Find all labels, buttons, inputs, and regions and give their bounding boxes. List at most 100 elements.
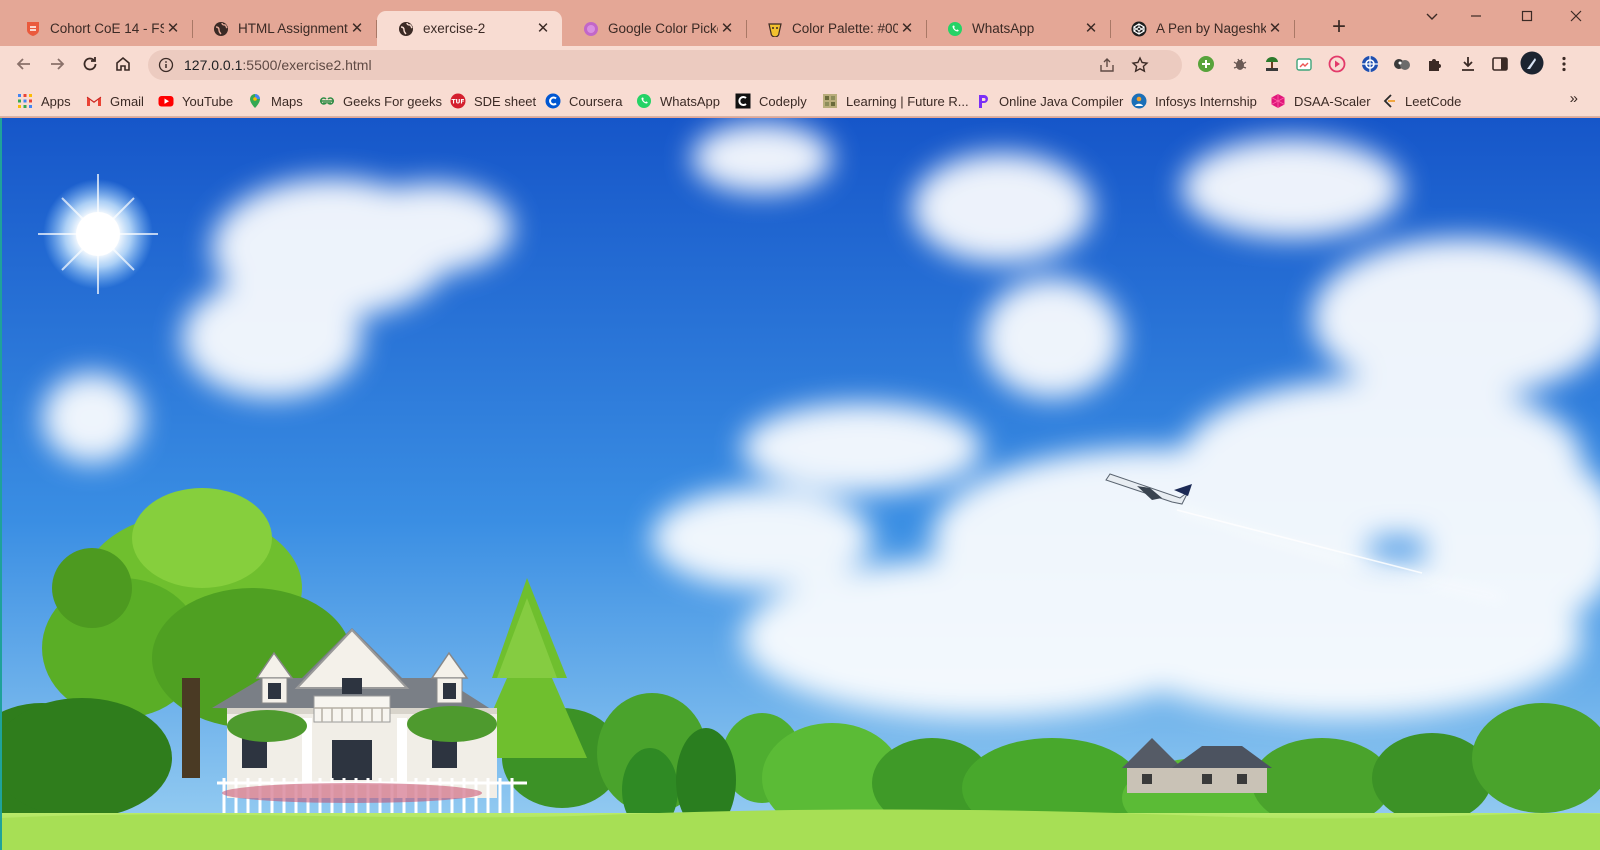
bookmark-maps[interactable]: Maps: [247, 91, 303, 111]
bookmark-youtube[interactable]: YouTube: [158, 91, 233, 111]
bookmark-gmail[interactable]: Gmail: [86, 91, 144, 111]
bookmark-label: Apps: [41, 93, 71, 109]
bookmark-label: Learning | Future R...: [846, 93, 969, 109]
bookmark-infosys-internship[interactable]: Infosys Internship: [1131, 91, 1257, 111]
share-icon[interactable]: [1098, 56, 1116, 77]
close-icon[interactable]: ✕: [164, 20, 182, 38]
eyes-icon[interactable]: [1392, 54, 1412, 74]
home-icon: [114, 55, 132, 76]
color-picker-icon: [582, 20, 599, 37]
coursera-icon: [545, 93, 561, 109]
maps-pin-icon: [247, 93, 263, 109]
close-icon[interactable]: ✕: [534, 20, 552, 38]
kebab-menu-icon[interactable]: [1554, 54, 1574, 74]
window-close-button[interactable]: [1552, 0, 1600, 34]
tab-color-palette[interactable]: Color Palette: #00000 ✕: [746, 11, 927, 46]
back-button[interactable]: [10, 51, 38, 79]
tab-whatsapp[interactable]: WhatsApp ✕: [926, 11, 1111, 46]
tab-codepen[interactable]: A Pen by Nageshkass ✕: [1110, 11, 1295, 46]
bug-icon[interactable]: [1230, 54, 1250, 74]
bookmark-apps[interactable]: Apps: [17, 91, 71, 111]
bookmark-geeks-for-geeks[interactable]: Geeks For geeks: [319, 91, 442, 111]
forward-button[interactable]: [43, 51, 71, 79]
bookmark-label: Geeks For geeks: [343, 93, 442, 109]
url-host: 127.0.0.1: [184, 57, 243, 73]
extensions-puzzle-icon[interactable]: [1425, 54, 1445, 74]
star-icon[interactable]: [1131, 56, 1149, 77]
infosys-icon: [1131, 93, 1147, 109]
maximize-icon: [1521, 10, 1533, 25]
bookmark-learning[interactable]: Learning | Future R...: [822, 91, 969, 111]
tab-html-assignment[interactable]: HTML Assignment-1 ✕: [192, 11, 377, 46]
tab-title: WhatsApp: [972, 21, 1035, 36]
gmail-icon: [86, 93, 102, 109]
bookmark-label: Coursera: [569, 93, 623, 109]
globe-icon: [212, 20, 229, 37]
close-icon[interactable]: ✕: [348, 20, 366, 38]
tab-cohort[interactable]: Cohort CoE 14 - FSD ✕: [4, 11, 193, 46]
bookmark-online-java-compiler[interactable]: Online Java Compiler: [975, 91, 1123, 111]
bookmark-dsaa-scaler[interactable]: DSAA-Scaler: [1270, 91, 1371, 111]
new-tab-button[interactable]: +: [1325, 14, 1353, 42]
tab-title: A Pen by Nageshkass: [1156, 21, 1266, 36]
download-icon[interactable]: [1458, 54, 1478, 74]
bookmark-label: LeetCode: [1405, 93, 1462, 109]
bookmark-leetcode[interactable]: LeetCode: [1381, 91, 1461, 111]
bookmark-label: Online Java Compiler: [999, 93, 1124, 109]
extension-plus-icon[interactable]: [1196, 54, 1216, 74]
bookmark-label: DSAA-Scaler: [1294, 93, 1371, 109]
bookmark-label: YouTube: [182, 93, 234, 109]
record-icon[interactable]: [1327, 54, 1347, 74]
side-panel-icon[interactable]: [1490, 54, 1510, 74]
avatar[interactable]: [1520, 51, 1544, 75]
bookmark-label: WhatsApp: [660, 93, 720, 109]
bookmarks-overflow-button[interactable]: »: [1570, 90, 1578, 107]
target-icon[interactable]: [1360, 54, 1380, 74]
site-info-icon[interactable]: [158, 57, 174, 76]
page-viewport: [0, 118, 1600, 850]
bookmark-whatsapp[interactable]: WhatsApp: [636, 91, 720, 111]
leetcode-icon: [1381, 93, 1397, 109]
close-icon[interactable]: ✕: [898, 20, 916, 38]
close-icon[interactable]: ✕: [1266, 20, 1284, 38]
screenshot-icon[interactable]: [1294, 54, 1314, 74]
home-button[interactable]: [109, 51, 137, 79]
globe-icon: [397, 20, 414, 37]
close-icon[interactable]: ✕: [1082, 20, 1100, 38]
tab-search-button[interactable]: [1408, 0, 1456, 34]
cohort-shield-icon: [24, 20, 41, 37]
bookmark-label: Maps: [271, 93, 303, 109]
bookmark-coursera[interactable]: Coursera: [545, 91, 622, 111]
bookmark-label: Gmail: [110, 93, 144, 109]
youtube-icon: [158, 93, 174, 109]
tab-title: exercise-2: [423, 21, 486, 36]
apps-grid-icon: [17, 93, 33, 109]
whatsapp-icon: [946, 20, 963, 37]
whatsapp-icon: [636, 93, 652, 109]
toolbar: 127.0.0.1:5500/exercise2.html: [0, 46, 1600, 85]
java-compiler-icon: [975, 93, 991, 109]
minimize-button[interactable]: [1452, 0, 1500, 34]
tab-google-color-picker[interactable]: Google Color Picker | ✕: [562, 11, 747, 46]
reload-icon: [81, 55, 99, 76]
bookmark-label: Codeply: [759, 93, 807, 109]
address-bar[interactable]: 127.0.0.1:5500/exercise2.html: [148, 50, 1182, 80]
bookmark-codeply[interactable]: Codeply: [735, 91, 807, 111]
codepen-icon: [1130, 20, 1147, 37]
svg-text:TUF: TUF: [451, 99, 464, 106]
reload-button[interactable]: [76, 51, 104, 79]
maximize-button[interactable]: [1503, 0, 1551, 34]
close-icon: [1570, 10, 1582, 25]
close-icon[interactable]: ✕: [718, 20, 736, 38]
tuf-icon: TUF: [450, 93, 466, 109]
tree-icon[interactable]: [1262, 54, 1282, 74]
tab-title: HTML Assignment-1: [238, 21, 348, 36]
minimize-icon: [1470, 10, 1482, 25]
chevron-down-icon: [1425, 9, 1439, 26]
bookmark-sde-sheet[interactable]: TUF SDE sheet: [450, 91, 536, 111]
url-text[interactable]: 127.0.0.1:5500/exercise2.html: [184, 57, 372, 73]
tab-exercise-2[interactable]: exercise-2 ✕: [377, 11, 562, 46]
arrow-left-icon: [15, 55, 33, 76]
landscape-image: [2, 118, 1600, 850]
url-path: :5500/exercise2.html: [242, 57, 372, 73]
